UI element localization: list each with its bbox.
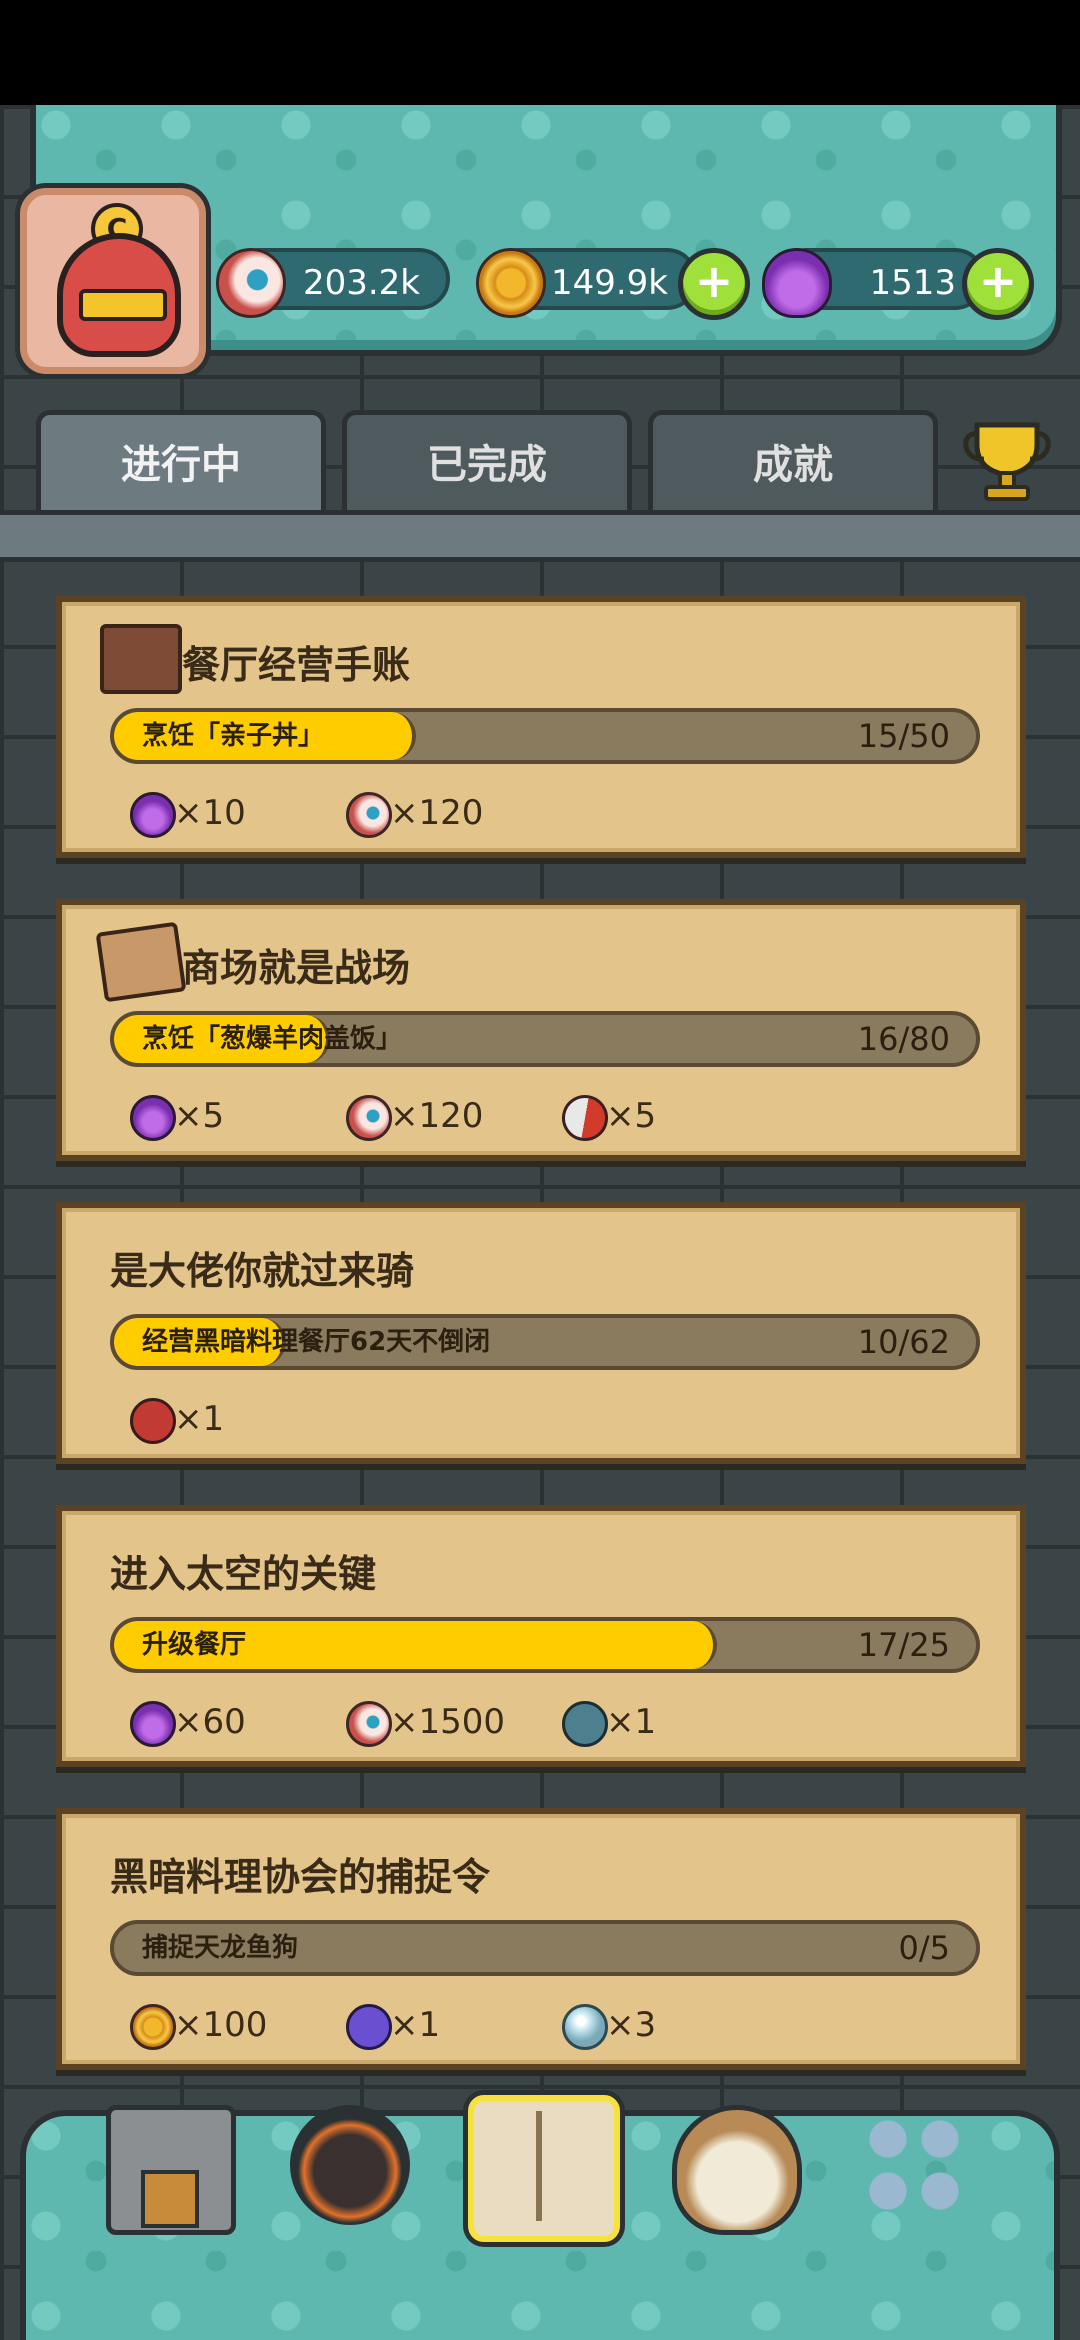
tab-bar: 进行中 已完成 成就 (0, 410, 1080, 562)
coin-icon (130, 2004, 176, 2050)
reward-amount: ×100 (174, 2005, 268, 2045)
quest-card[interactable]: 进入太空的关键 升级餐厅 17/25 ×60 ×1500 ×1 (56, 1505, 1026, 1767)
reward-amount: ×1 (390, 2005, 441, 2045)
emblem-icon (562, 1701, 608, 1747)
quest-card[interactable]: 是大佬你就过来骑 经营黑暗料理餐厅62天不倒闭 10/62 ×1 (56, 1202, 1026, 1464)
reward-amount: ×1500 (390, 1702, 506, 1742)
eyeball-icon (346, 1701, 392, 1747)
trophy-icon[interactable] (962, 415, 1052, 505)
menu-grid-icon[interactable] (862, 2113, 966, 2217)
reward-amount: ×10 (174, 793, 246, 833)
task-label: 升级餐厅 (142, 1630, 247, 1660)
quest-card[interactable]: 商场就是战场 烹饪「葱爆羊肉盖饭」 16/80 ×5 ×120 ×5 (56, 899, 1026, 1161)
reward-amount: ×5 (606, 1096, 657, 1136)
eyeball-icon (216, 248, 286, 318)
reward-amount: ×120 (390, 793, 484, 833)
potion-icon (130, 792, 176, 838)
quest-card[interactable]: 餐厅经营手账 烹饪「亲子丼」 15/50 ×10 ×120 (56, 596, 1026, 858)
progress-value: 17/25 (857, 1626, 950, 1664)
reward-amount: ×5 (174, 1096, 225, 1136)
add-coins-button[interactable]: + (678, 248, 750, 320)
reward-amount: ×1 (174, 1399, 225, 1439)
pearl-icon (562, 2004, 608, 2050)
quest-title: 商场就是战场 (182, 946, 411, 990)
reward-amount: ×1 (606, 1702, 657, 1742)
quest-title: 餐厅经营手账 (182, 643, 411, 687)
progress-bar: 烹饪「葱爆羊肉盖饭」 16/80 (110, 1011, 980, 1067)
progress-value: 10/62 (857, 1323, 950, 1361)
teeth-icon (79, 289, 167, 321)
potions-value: 1513 (869, 263, 956, 303)
progress-value: 16/80 (857, 1020, 950, 1058)
player-avatar[interactable]: C (20, 188, 206, 374)
reward-amount: ×60 (174, 1702, 246, 1742)
progress-bar: 升级餐厅 17/25 (110, 1617, 980, 1673)
coin-icon (476, 248, 546, 318)
tab-achievements[interactable]: 成就 (648, 410, 938, 510)
progress-value: 15/50 (857, 717, 950, 755)
battle-map-icon (95, 921, 187, 1003)
progress-bar: 经营黑暗料理餐厅62天不倒闭 10/62 (110, 1314, 980, 1370)
restaurant-icon[interactable] (106, 2105, 236, 2235)
status-bar (0, 0, 1080, 105)
tab-completed[interactable]: 已完成 (342, 410, 632, 510)
task-label: 捕捉天龙鱼狗 (142, 1933, 299, 1963)
coins-value: 149.9k (550, 263, 668, 303)
money-bag-icon[interactable] (672, 2105, 802, 2235)
reward-amount: ×3 (606, 2005, 657, 2045)
tab-in-progress[interactable]: 进行中 (36, 410, 326, 510)
tab-base (0, 510, 1080, 562)
monster-mount-icon (130, 1398, 176, 1444)
quest-title: 进入太空的关键 (110, 1552, 377, 1596)
progress-bar: 烹饪「亲子丼」 15/50 (110, 708, 980, 764)
task-label: 烹饪「亲子丼」 (142, 721, 325, 751)
potion-icon (130, 1095, 176, 1141)
quest-title: 是大佬你就过来骑 (110, 1249, 415, 1293)
task-label: 经营黑暗料理餐厅62天不倒闭 (142, 1327, 491, 1357)
monster-face-icon (57, 233, 181, 357)
eyeball-icon (346, 792, 392, 838)
task-label: 烹饪「葱爆羊肉盖饭」 (142, 1024, 403, 1054)
quest-book-icon[interactable] (468, 2095, 620, 2242)
ledger-book-icon (100, 624, 182, 694)
monster-icon[interactable] (290, 2105, 410, 2225)
progress-bar: 捕捉天龙鱼狗 0/5 (110, 1920, 980, 1976)
eyes-value: 203.2k (302, 263, 420, 303)
quest-title: 黑暗料理协会的捕捉令 (110, 1855, 491, 1899)
reward-amount: ×120 (390, 1096, 484, 1136)
add-potions-button[interactable]: + (962, 248, 1034, 320)
potion-icon (762, 248, 832, 318)
quest-card[interactable]: 黑暗料理协会的捕捉令 捕捉天龙鱼狗 0/5 ×100 ×1 ×3 (56, 1808, 1026, 2070)
potion-icon (130, 1701, 176, 1747)
progress-value: 0/5 (898, 1929, 951, 1967)
eyeball-icon (346, 1095, 392, 1141)
